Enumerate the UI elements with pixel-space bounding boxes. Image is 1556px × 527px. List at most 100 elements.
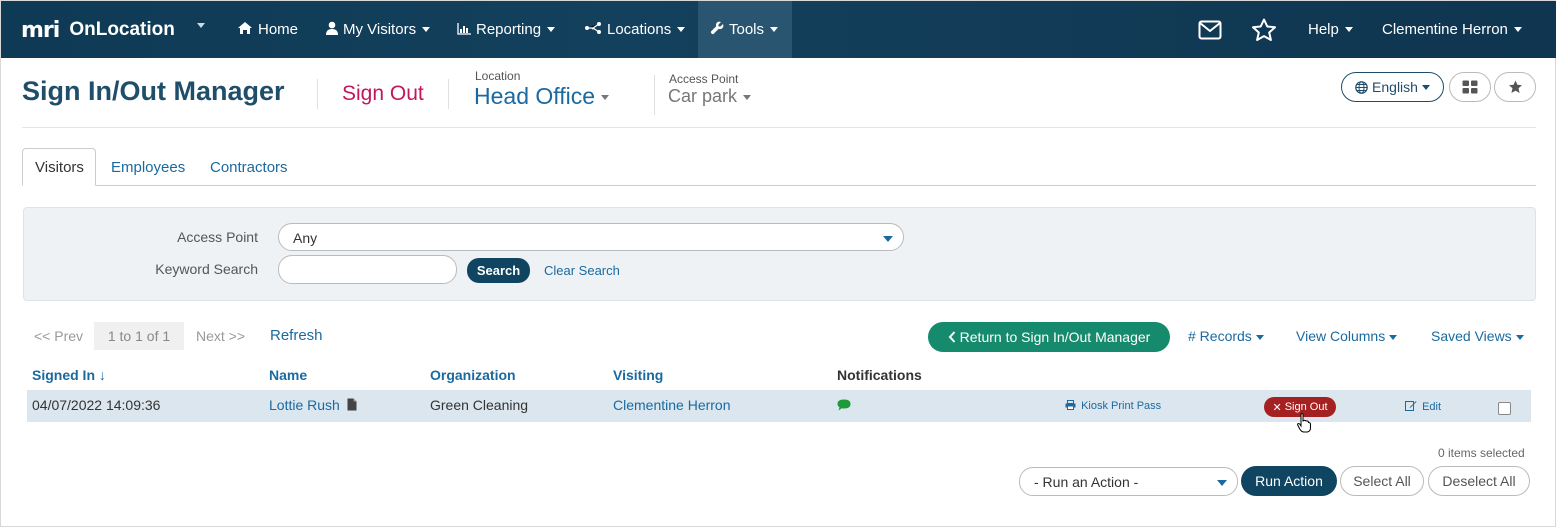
location-value: Head Office (474, 83, 596, 109)
chevron-down-icon (547, 27, 556, 32)
clear-search-link[interactable]: Clear Search (544, 263, 620, 278)
column-header-visiting[interactable]: Visiting (613, 367, 663, 383)
brand-logo[interactable]: mri OnLocation (21, 15, 175, 45)
saved-views-label: Saved Views (1431, 328, 1512, 344)
user-name: Clementine Herron (1382, 21, 1508, 38)
nav-reporting[interactable]: Reporting (445, 1, 567, 58)
visitor-name: Lottie Rush (269, 397, 340, 413)
tab-employees[interactable]: Employees (99, 148, 197, 186)
top-navbar: mri OnLocation Home My Visitors Reportin… (1, 1, 1556, 58)
envelope-icon[interactable] (1196, 16, 1224, 44)
nav-help[interactable]: Help (1296, 1, 1365, 58)
column-header-organization[interactable]: Organization (430, 367, 516, 383)
search-panel (23, 207, 1536, 301)
chevron-left-icon (948, 331, 956, 343)
next-page-button[interactable]: Next >> (188, 322, 253, 350)
deselect-all-button[interactable]: Deselect All (1428, 466, 1530, 496)
tab-contractors[interactable]: Contractors (198, 148, 300, 186)
signed-in-time: 04/07/2022 14:09:36 (32, 397, 161, 413)
star-icon[interactable] (1250, 16, 1278, 44)
select-all-button[interactable]: Select All (1340, 466, 1424, 496)
access-point-selector[interactable]: Car park (668, 86, 752, 107)
chevron-down-icon (1344, 27, 1353, 32)
location-selector[interactable]: Head Office (474, 83, 610, 110)
edit-link[interactable]: Edit (1405, 400, 1441, 414)
hand-cursor-icon (1297, 413, 1311, 438)
view-columns-label: View Columns (1296, 328, 1386, 344)
nav-tools-label: Tools (729, 21, 765, 38)
nav-tools[interactable]: Tools (698, 1, 792, 58)
wrench-icon (710, 21, 724, 38)
tab-visitors-label: Visitors (35, 158, 84, 176)
chevron-down-icon (1515, 334, 1524, 340)
run-action-select[interactable]: - Run an Action - (1019, 467, 1238, 496)
printer-icon (1065, 400, 1076, 413)
row-sign-out-label: Sign Out (1284, 401, 1328, 413)
prev-page-button[interactable]: << Prev (26, 322, 91, 350)
saved-views-dropdown[interactable]: Saved Views (1431, 328, 1524, 344)
nav-my-visitors[interactable]: My Visitors (314, 1, 442, 58)
access-point-filter-value: Any (293, 230, 318, 246)
star-icon (1508, 80, 1523, 94)
brand-dropdown-caret[interactable] (197, 23, 205, 28)
column-header-signed-in[interactable]: Signed In ↓ (32, 367, 106, 383)
column-header-name[interactable]: Name (269, 367, 307, 383)
chevron-down-icon (1217, 480, 1227, 486)
kiosk-print-pass-link[interactable]: Kiosk Print Pass (1065, 400, 1161, 413)
nav-locations[interactable]: Locations (572, 1, 697, 58)
divider (317, 79, 318, 109)
edit-icon (1405, 400, 1417, 414)
access-point-value: Car park (668, 86, 738, 106)
home-icon (237, 21, 253, 38)
nav-reporting-label: Reporting (476, 21, 542, 38)
language-label: English (1372, 79, 1418, 95)
tab-employees-label: Employees (111, 158, 186, 176)
divider (654, 75, 655, 115)
organization-cell: Green Cleaning (430, 397, 529, 413)
dashboard-layout-button[interactable] (1449, 72, 1491, 102)
access-point-filter-label: Access Point (177, 229, 258, 245)
page-title: Sign In/Out Manager (22, 76, 285, 106)
divider (448, 79, 449, 109)
tab-visitors[interactable]: Visitors (22, 148, 96, 186)
favorite-button[interactable] (1494, 72, 1536, 102)
location-label: Location (475, 69, 521, 83)
edit-label: Edit (1422, 401, 1442, 413)
nav-user-menu[interactable]: Clementine Herron (1370, 1, 1534, 58)
search-button[interactable]: Search (467, 258, 530, 283)
chat-bubble-icon[interactable] (837, 398, 851, 414)
network-icon (584, 21, 602, 38)
run-action-select-value: - Run an Action - (1034, 474, 1139, 490)
nav-help-label: Help (1308, 21, 1339, 38)
run-action-button[interactable]: Run Action (1241, 466, 1337, 496)
user-icon (326, 21, 338, 38)
nav-locations-label: Locations (607, 21, 672, 38)
page-count: 1 to 1 of 1 (94, 322, 184, 350)
chevron-down-icon (1389, 334, 1398, 340)
refresh-link[interactable]: Refresh (270, 327, 323, 344)
mri-logo-mark: mri (21, 17, 60, 43)
chevron-down-icon (1513, 27, 1522, 32)
visiting-host-link[interactable]: Clementine Herron (613, 397, 731, 413)
access-point-label: Access Point (669, 72, 739, 86)
return-button[interactable]: Return to Sign In/Out Manager (928, 322, 1170, 352)
nav-home[interactable]: Home (225, 1, 310, 58)
document-icon (347, 398, 357, 414)
grid-icon (1462, 80, 1478, 94)
chevron-down-icon (1255, 334, 1264, 340)
keyword-search-input[interactable] (278, 255, 457, 284)
brand-name: OnLocation (69, 19, 175, 40)
column-header-notifications: Notifications (837, 367, 922, 383)
sign-out-link[interactable]: Sign Out (342, 82, 424, 106)
records-dropdown[interactable]: # Records (1188, 328, 1264, 344)
chevron-down-icon (422, 27, 431, 32)
chevron-down-icon (1421, 84, 1430, 90)
language-button[interactable]: English (1341, 72, 1444, 102)
return-button-label: Return to Sign In/Out Manager (959, 329, 1151, 345)
visitor-name-link[interactable]: Lottie Rush (269, 397, 357, 414)
view-columns-dropdown[interactable]: View Columns (1296, 328, 1398, 344)
access-point-filter-select[interactable]: Any (278, 223, 904, 251)
records-label: # Records (1188, 328, 1252, 344)
row-select-checkbox[interactable] (1498, 402, 1511, 415)
nav-home-label: Home (258, 21, 299, 38)
